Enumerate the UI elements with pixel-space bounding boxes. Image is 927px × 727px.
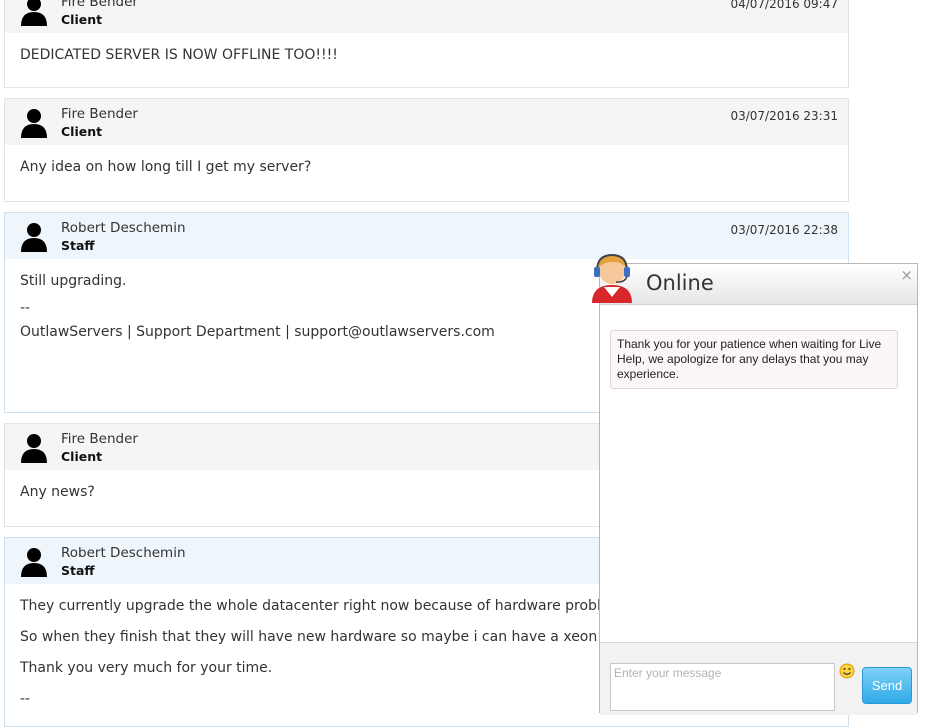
chat-message-input[interactable] — [610, 663, 835, 711]
close-icon[interactable]: × — [900, 266, 913, 284]
ticket-reply: Fire Bender Client 04/07/2016 09:47 DEDI… — [4, 0, 849, 88]
user-avatar-icon — [21, 223, 47, 252]
live-chat-widget: Online × Thank you for your patience whe… — [599, 263, 918, 715]
chat-status-title: Online — [646, 271, 714, 295]
reply-role: Client — [61, 12, 103, 27]
reply-role: Staff — [61, 238, 95, 253]
reply-body: Any idea on how long till I get my serve… — [5, 145, 848, 176]
reply-author: Fire Bender — [61, 106, 138, 122]
user-avatar-icon — [21, 109, 47, 138]
reply-date: 03/07/2016 22:38 — [730, 223, 838, 237]
reply-header: Robert Deschemin Staff 03/07/2016 22:38 — [5, 213, 848, 259]
reply-header: Fire Bender Client 03/07/2016 23:31 — [5, 99, 848, 145]
chat-header[interactable]: Online × — [600, 264, 917, 305]
reply-role: Client — [61, 124, 103, 139]
support-operator-headset-icon — [592, 253, 632, 303]
chat-notice-message: Thank you for your patience when waiting… — [610, 330, 898, 389]
reply-role: Client — [61, 449, 103, 464]
reply-role: Staff — [61, 563, 95, 578]
chat-footer: Send — [600, 642, 917, 715]
send-button[interactable]: Send — [862, 667, 912, 704]
reply-author: Fire Bender — [61, 431, 138, 447]
reply-body: DEDICATED SERVER IS NOW OFFLINE TOO!!!! — [5, 33, 848, 64]
user-avatar-icon — [21, 0, 47, 26]
smiley-emoji-icon[interactable] — [839, 663, 855, 679]
reply-text: Any idea on how long till I get my serve… — [20, 159, 312, 175]
reply-author: Fire Bender — [61, 0, 138, 10]
reply-author: Robert Deschemin — [61, 220, 186, 236]
reply-text: DEDICATED SERVER IS NOW OFFLINE TOO!!!! — [20, 47, 338, 63]
ticket-reply: Fire Bender Client 03/07/2016 23:31 Any … — [4, 98, 849, 202]
reply-header: Fire Bender Client 04/07/2016 09:47 — [5, 0, 848, 33]
user-avatar-icon — [21, 434, 47, 463]
user-avatar-icon — [21, 548, 47, 577]
reply-date: 03/07/2016 23:31 — [730, 109, 838, 123]
reply-author: Robert Deschemin — [61, 545, 186, 561]
reply-date: 04/07/2016 09:47 — [730, 0, 838, 11]
